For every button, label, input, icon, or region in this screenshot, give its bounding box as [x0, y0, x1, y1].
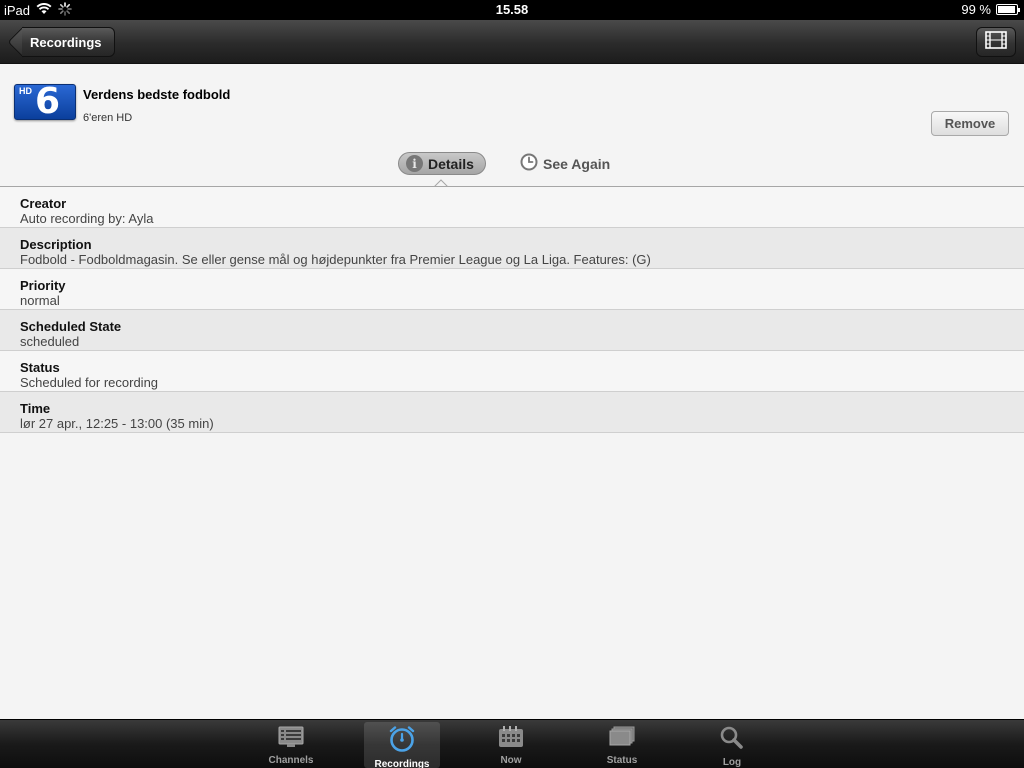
detail-value: Auto recording by: Ayla: [20, 211, 154, 226]
tab-label: Recordings: [374, 759, 430, 768]
detail-label: Scheduled State: [20, 319, 122, 334]
tab-label: Status: [606, 755, 638, 766]
back-button-label: Recordings: [30, 34, 102, 50]
tab-details-label: Details: [428, 155, 474, 172]
detail-value: scheduled: [20, 334, 80, 349]
channel-name: 6'eren HD: [83, 112, 133, 124]
magnifier-icon: [719, 722, 745, 755]
detail-value: Fodbold - Fodboldmagasin. Se eller gense…: [20, 252, 651, 267]
detail-row-status: Status Scheduled for recording: [0, 351, 1024, 392]
detail-row-priority: Priority normal: [0, 269, 1024, 310]
detail-label: Time: [20, 401, 51, 416]
detail-row-creator: Creator Auto recording by: Ayla: [0, 187, 1024, 228]
remove-button[interactable]: Remove: [931, 111, 1009, 136]
status-bar: iPad 15.58 99 %: [0, 0, 1024, 20]
tab-label: Log: [722, 757, 742, 768]
tab-channels[interactable]: Channels: [253, 722, 329, 768]
battery-icon: [996, 4, 1020, 15]
tab-label: Channels: [268, 755, 314, 766]
tab-status[interactable]: Status: [584, 722, 660, 768]
detail-label: Description: [20, 237, 92, 252]
alarm-clock-icon: [388, 722, 416, 757]
tab-bar: Channels Recordings Now Status Log: [0, 719, 1024, 768]
film-button[interactable]: [976, 27, 1016, 57]
tab-details[interactable]: i Details: [398, 152, 486, 175]
calendar-icon: [498, 722, 524, 753]
clock-icon: [520, 153, 538, 174]
detail-row-time: Time lør 27 apr., 12:25 - 13:00 (35 min): [0, 392, 1024, 433]
logo-hd-text: HD: [19, 86, 32, 96]
detail-label: Priority: [20, 278, 66, 293]
tab-now[interactable]: Now: [473, 722, 549, 768]
detail-value: lør 27 apr., 12:25 - 13:00 (35 min): [20, 416, 214, 431]
channel-logo: HD 6: [14, 81, 76, 122]
status-right: 99 %: [961, 2, 1020, 17]
detail-label: Creator: [20, 196, 67, 211]
list-icon: [278, 722, 304, 753]
details-list: Creator Auto recording by: Ayla Descript…: [0, 186, 1024, 433]
tab-log[interactable]: Log: [694, 722, 770, 768]
logo-number: 6: [35, 81, 61, 122]
detail-row-scheduled-state: Scheduled State scheduled: [0, 310, 1024, 351]
battery-percent: 99 %: [961, 2, 991, 17]
detail-label: Status: [20, 360, 60, 375]
program-header: HD 6 Verdens bedste fodbold 6'eren HD Re…: [0, 64, 1024, 187]
film-icon: [985, 30, 1007, 54]
tab-recordings[interactable]: Recordings: [364, 722, 440, 768]
detail-value: Scheduled for recording: [20, 375, 159, 390]
navigation-bar: Recordings: [0, 20, 1024, 64]
tab-see-again[interactable]: See Again: [520, 152, 610, 175]
detail-value: normal: [20, 293, 60, 308]
tab-label: Now: [500, 755, 522, 766]
clock: 15.58: [495, 2, 529, 17]
back-button[interactable]: Recordings: [22, 27, 115, 57]
stack-icon: [608, 722, 636, 753]
info-icon: i: [406, 155, 423, 172]
detail-row-description: Description Fodbold - Fodboldmagasin. Se…: [0, 228, 1024, 269]
program-title: Verdens bedste fodbold: [83, 87, 231, 102]
tab-see-again-label: See Again: [543, 155, 611, 172]
back-button-wrap: Recordings: [8, 20, 115, 64]
